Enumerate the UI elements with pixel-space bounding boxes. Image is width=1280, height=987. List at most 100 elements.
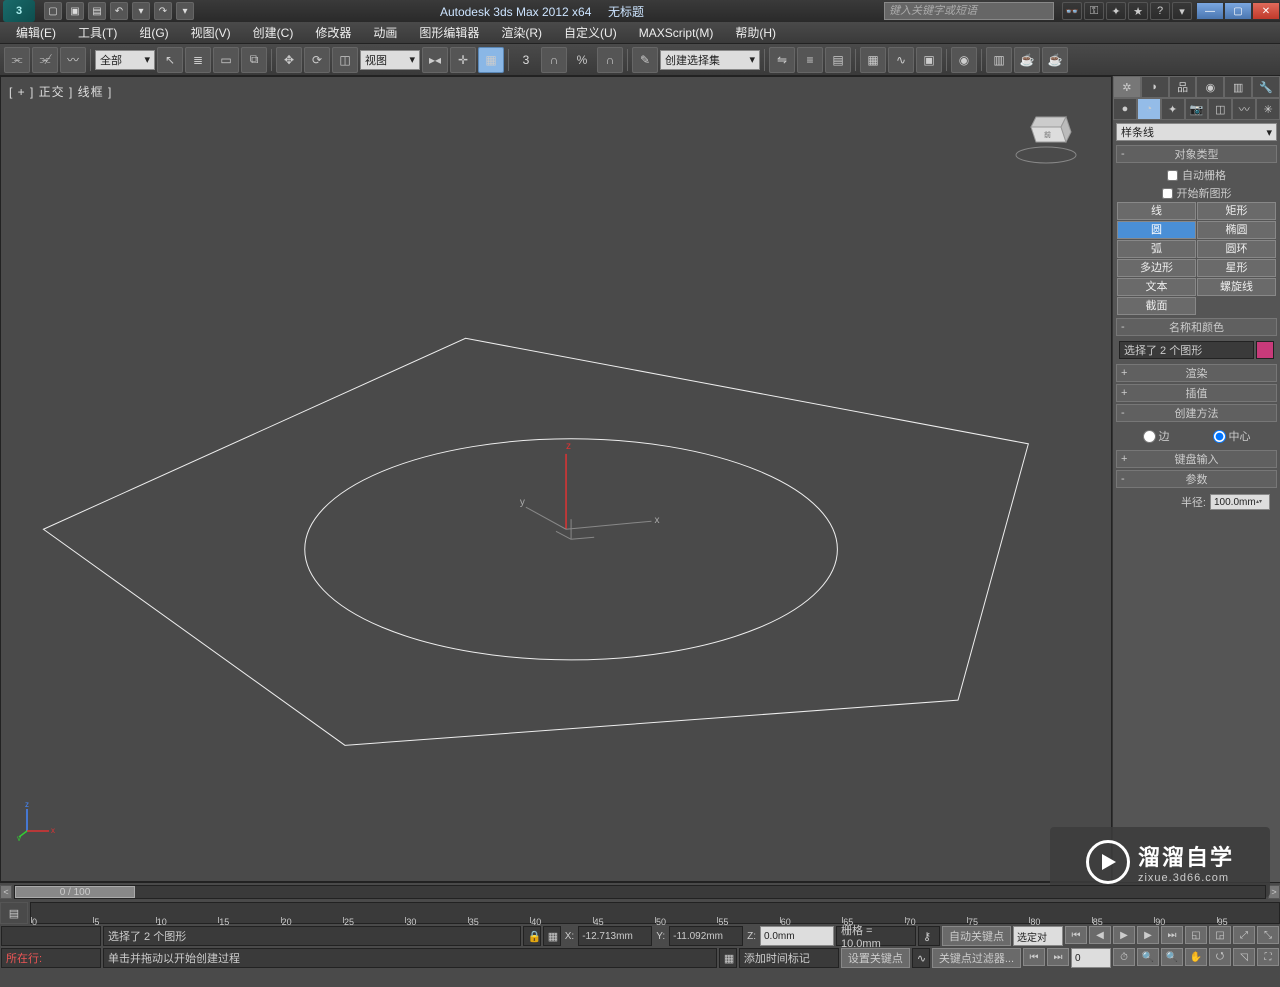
graphite-icon[interactable]: ▦ — [860, 47, 886, 73]
open-icon[interactable]: ▣ — [66, 2, 84, 20]
setkey-button[interactable]: 设置关键点 — [841, 948, 910, 968]
menu-modifiers[interactable]: 修改器 — [305, 22, 361, 43]
viewcube[interactable]: 前 — [1011, 107, 1081, 167]
undo-dd-icon[interactable]: ▾ — [132, 2, 150, 20]
rotate-icon[interactable]: ⟳ — [304, 47, 330, 73]
cat-shapes-icon[interactable]: ◔ — [1137, 98, 1161, 120]
goto-end-icon[interactable]: ⏭ — [1161, 926, 1183, 944]
binoculars-icon[interactable]: 👓 — [1062, 2, 1082, 20]
autogrid-checkbox[interactable] — [1167, 170, 1178, 181]
time-prev-button[interactable]: < — [0, 885, 12, 899]
add-timetag[interactable]: 添加时间标记 — [739, 948, 839, 968]
pan-icon[interactable]: ✋ — [1185, 948, 1207, 966]
viewport-nav4-icon[interactable]: ⤡ — [1257, 926, 1279, 944]
key-step-next-icon[interactable]: ⏭ — [1047, 948, 1069, 966]
undo-icon[interactable]: ↶ — [110, 2, 128, 20]
exchange-icon[interactable]: ✦ — [1106, 2, 1126, 20]
time-slider-thumb[interactable]: 0 / 100 — [15, 886, 135, 898]
minimize-button[interactable]: — — [1196, 2, 1224, 20]
rollout-keyboard-entry[interactable]: +键盘输入 — [1116, 450, 1277, 468]
shape-ngon-button[interactable]: 多边形 — [1117, 259, 1196, 277]
viewport-label[interactable]: [ + ] 正交 ] 线框 ] — [9, 83, 112, 100]
shape-helix-button[interactable]: 螺旋线 — [1197, 278, 1276, 296]
shape-donut-button[interactable]: 圆环 — [1197, 240, 1276, 258]
menu-create[interactable]: 创建(C) — [243, 22, 304, 43]
menu-group[interactable]: 组(G) — [129, 22, 178, 43]
menu-maxscript[interactable]: MAXScript(M) — [629, 24, 724, 42]
viewport-nav3-icon[interactable]: ⤢ — [1233, 926, 1255, 944]
bind-space-warp-icon[interactable]: 〰 — [60, 47, 86, 73]
keyboard-shortcut-icon[interactable]: ▦ — [478, 47, 504, 73]
menu-animation[interactable]: 动画 — [363, 22, 407, 43]
shape-circle-button[interactable]: 圆 — [1117, 221, 1196, 239]
window-crossing-icon[interactable]: ⧉ — [241, 47, 267, 73]
orbit-icon[interactable]: ⭯ — [1209, 948, 1231, 966]
schematic-icon[interactable]: ▣ — [916, 47, 942, 73]
menu-help[interactable]: 帮助(H) — [725, 22, 786, 43]
app-icon[interactable]: 3 — [3, 0, 35, 22]
viewport-nav2-icon[interactable]: ◲ — [1209, 926, 1231, 944]
key-target-dropdown[interactable]: 选定对 — [1013, 926, 1063, 946]
shape-type-dropdown[interactable]: 样条线▾ — [1116, 123, 1277, 141]
select-icon[interactable]: ↖ — [157, 47, 183, 73]
render-icon[interactable]: ☕ — [1042, 47, 1068, 73]
zoom-all-icon[interactable]: 🔍 — [1161, 948, 1183, 966]
key-step-prev-icon[interactable]: ⏮ — [1023, 948, 1045, 966]
viewport[interactable]: [ + ] 正交 ] 线框 ] z x y 前 — [0, 76, 1112, 882]
manipulate-icon[interactable]: ✛ — [450, 47, 476, 73]
prev-frame-icon[interactable]: ◀ — [1089, 926, 1111, 944]
help-dd-icon[interactable]: ▾ — [1172, 2, 1192, 20]
cat-cameras-icon[interactable]: 📷 — [1185, 98, 1209, 120]
viewport-nav1-icon[interactable]: ◱ — [1185, 926, 1207, 944]
object-color-swatch[interactable] — [1256, 341, 1274, 359]
tab-create-icon[interactable]: ✲ — [1113, 76, 1141, 98]
move-icon[interactable]: ✥ — [276, 47, 302, 73]
tab-hierarchy-icon[interactable]: 品 — [1169, 76, 1197, 98]
object-name-input[interactable]: 选择了 2 个图形 — [1119, 341, 1254, 359]
redo-dd-icon[interactable]: ▾ — [176, 2, 194, 20]
link-icon[interactable]: ⫘ — [4, 47, 30, 73]
next-frame-icon[interactable]: ▶ — [1137, 926, 1159, 944]
pivot-icon[interactable]: ▸◂ — [422, 47, 448, 73]
snap-3-icon[interactable]: 3 — [513, 47, 539, 73]
time-slider[interactable]: 0 / 100 — [14, 885, 1266, 899]
rollout-interpolation[interactable]: +插值 — [1116, 384, 1277, 402]
mirror-icon[interactable]: ⇋ — [769, 47, 795, 73]
angle-snap-icon[interactable]: ∩ — [541, 47, 567, 73]
shape-star-button[interactable]: 星形 — [1197, 259, 1276, 277]
tab-display-icon[interactable]: ▥ — [1224, 76, 1252, 98]
shape-text-button[interactable]: 文本 — [1117, 278, 1196, 296]
menu-tools[interactable]: 工具(T) — [68, 22, 127, 43]
maximize-button[interactable]: ▢ — [1224, 2, 1252, 20]
scale-icon[interactable]: ◫ — [332, 47, 358, 73]
favorite-icon[interactable]: ★ — [1128, 2, 1148, 20]
layers-icon[interactable]: ▤ — [825, 47, 851, 73]
shape-arc-button[interactable]: 弧 — [1117, 240, 1196, 258]
script-listener[interactable] — [1, 926, 101, 946]
play-icon[interactable]: ▶ — [1113, 926, 1135, 944]
rollout-creation-method[interactable]: -创建方法 — [1116, 404, 1277, 422]
material-editor-icon[interactable]: ◉ — [951, 47, 977, 73]
maxscript-line[interactable]: 所在行: — [1, 948, 101, 968]
curve-editor-icon[interactable]: ∿ — [888, 47, 914, 73]
cat-helpers-icon[interactable]: ◫ — [1208, 98, 1232, 120]
key-mode-icon[interactable]: ∿ — [912, 948, 930, 968]
select-by-name-icon[interactable]: ≣ — [185, 47, 211, 73]
rollout-name-color[interactable]: -名称和颜色 — [1116, 318, 1277, 336]
rollout-parameters[interactable]: -参数 — [1116, 470, 1277, 488]
edit-named-sel-icon[interactable]: ✎ — [632, 47, 658, 73]
comm-center-icon[interactable]: ⚷ — [918, 926, 940, 946]
menu-render[interactable]: 渲染(R) — [491, 22, 552, 43]
menu-edit[interactable]: 编辑(E) — [6, 22, 66, 43]
percent-snap-icon[interactable]: % — [569, 47, 595, 73]
cat-geometry-icon[interactable]: ● — [1113, 98, 1137, 120]
shape-rectangle-button[interactable]: 矩形 — [1197, 202, 1276, 220]
max-viewport-icon[interactable]: ⛶ — [1257, 948, 1279, 966]
render-frame-icon[interactable]: ☕ — [1014, 47, 1040, 73]
align-icon[interactable]: ≡ — [797, 47, 823, 73]
rollout-rendering[interactable]: +渲染 — [1116, 364, 1277, 382]
new-icon[interactable]: ▢ — [44, 2, 62, 20]
unlink-icon[interactable]: ⫘̸ — [32, 47, 58, 73]
radius-spinner[interactable]: 100.0mm▴▾ — [1210, 494, 1270, 510]
method-center-radio[interactable] — [1213, 430, 1226, 443]
